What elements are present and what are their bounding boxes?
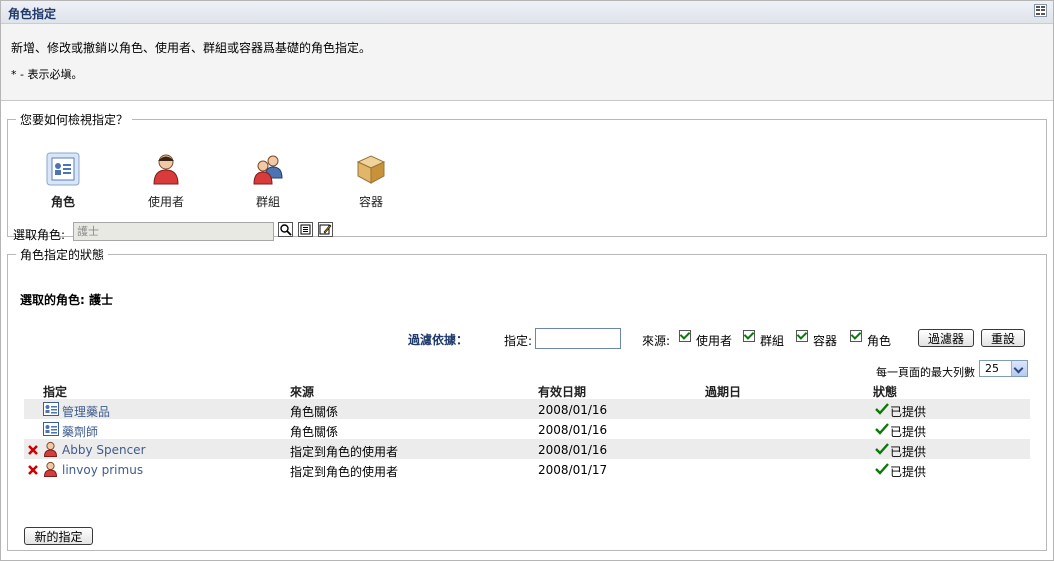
remove-icon[interactable] xyxy=(28,465,38,475)
source-user-label: 使用者 xyxy=(696,334,733,348)
column-header-expiry-date[interactable]: 過期日 xyxy=(705,383,741,400)
user-icon xyxy=(43,461,58,477)
effective-date-cell: 2008/01/16 xyxy=(538,403,608,417)
select-role-input[interactable]: 護士 xyxy=(73,222,274,241)
view-option-group[interactable]: 群組 xyxy=(238,152,298,210)
view-group: 您要如何檢視指定？ 角色 使用者 群組 容器 選取角色: 護士 xyxy=(7,111,1047,242)
table-row: 藥劑師 角色關係 2008/01/16 已提供 xyxy=(24,419,1030,439)
table-row: linvoy primus 指定到角色的使用者 2008/01/17 已提供 xyxy=(24,459,1030,479)
view-option-group-label: 群組 xyxy=(255,195,280,209)
column-header-source[interactable]: 來源 xyxy=(290,383,314,400)
view-option-container[interactable]: 容器 xyxy=(341,152,401,210)
column-header-assignment[interactable]: 指定 xyxy=(43,383,67,400)
check-icon xyxy=(875,463,889,475)
intro-description: 新增、修改或撤銷以角色、使用者、群組或容器爲基礎的角色指定。 xyxy=(11,41,372,55)
required-note: * - 表示必塡。 xyxy=(11,68,83,81)
check-icon xyxy=(875,423,889,435)
effective-date-cell: 2008/01/16 xyxy=(538,423,608,437)
edit-icon[interactable] xyxy=(318,222,333,237)
select-role-label: 選取角色: xyxy=(13,228,66,242)
source-cell: 角色關係 xyxy=(290,425,339,439)
status-cell: 已提供 xyxy=(890,465,927,479)
container-icon xyxy=(356,155,386,184)
status-group: 角色指定的狀態 選取的角色: 護士 過濾依據： 指定: 來源: 使用者 群組 容… xyxy=(7,246,1047,551)
chevron-down-icon xyxy=(1011,361,1027,376)
selected-role-heading: 選取的角色: 護士 xyxy=(20,293,113,307)
view-option-role-label: 角色 xyxy=(50,195,75,209)
assignment-link[interactable]: 藥劑師 xyxy=(62,423,98,440)
column-header-status[interactable]: 狀態 xyxy=(873,383,897,400)
max-rows-label: 每一頁面的最大列數 xyxy=(876,366,975,379)
view-option-user[interactable]: 使用者 xyxy=(136,152,196,210)
assignment-filter-label: 指定: xyxy=(504,334,533,348)
user-icon xyxy=(43,441,58,457)
source-container-checkbox[interactable] xyxy=(796,330,808,342)
reset-button[interactable]: 重設 xyxy=(981,329,1025,347)
history-list-icon[interactable] xyxy=(298,222,313,237)
new-assignment-button[interactable]: 新的指定 xyxy=(24,527,93,545)
page-title: 角色指定 xyxy=(8,7,57,21)
filter-button[interactable]: 過濾器 xyxy=(918,329,974,347)
role-icon xyxy=(43,402,59,416)
max-rows-value: 25 xyxy=(985,362,999,375)
assignment-filter-input[interactable] xyxy=(535,328,621,349)
source-cell: 指定到角色的使用者 xyxy=(290,465,399,479)
view-group-legend: 您要如何檢視指定？ xyxy=(20,113,129,127)
source-role-label: 角色 xyxy=(867,334,892,348)
status-cell: 已提供 xyxy=(890,445,927,459)
source-role-checkbox[interactable] xyxy=(850,330,862,342)
max-rows-select[interactable]: 25 xyxy=(979,360,1028,377)
source-user-checkbox[interactable] xyxy=(679,330,691,342)
assignment-link[interactable]: linvoy primus xyxy=(62,463,143,477)
view-option-user-label: 使用者 xyxy=(147,195,184,209)
view-option-container-label: 容器 xyxy=(358,195,383,209)
user-icon xyxy=(153,154,179,185)
assignment-link[interactable]: Abby Spencer xyxy=(62,443,146,457)
source-cell: 指定到角色的使用者 xyxy=(290,445,399,459)
portlet-menu-icon[interactable] xyxy=(1034,4,1047,17)
check-icon xyxy=(875,443,889,455)
title-bar: 角色指定 xyxy=(1,1,1053,24)
remove-icon[interactable] xyxy=(28,445,38,455)
source-filter-label: 來源: xyxy=(642,334,671,348)
group-icon xyxy=(253,155,283,185)
role-icon xyxy=(43,422,59,436)
effective-date-cell: 2008/01/17 xyxy=(538,463,608,477)
source-cell: 角色關係 xyxy=(290,405,339,419)
role-assignments-portlet: 角色指定 新增、修改或撤銷以角色、使用者、群組或容器爲基礎的角色指定。 * - … xyxy=(0,0,1054,561)
table-row: Abby Spencer 指定到角色的使用者 2008/01/16 已提供 xyxy=(24,439,1030,459)
status-cell: 已提供 xyxy=(890,405,927,419)
search-icon[interactable] xyxy=(278,222,293,237)
assignment-link[interactable]: 管理藥品 xyxy=(62,403,110,420)
role-icon xyxy=(46,152,80,186)
status-group-legend: 角色指定的狀態 xyxy=(20,248,105,262)
check-icon xyxy=(875,403,889,415)
source-group-label: 群組 xyxy=(760,334,785,348)
source-group-checkbox[interactable] xyxy=(743,330,755,342)
table-row: 管理藥品 角色關係 2008/01/16 已提供 xyxy=(24,399,1030,419)
filter-by-label: 過濾依據： xyxy=(408,333,469,347)
intro-panel: 新增、修改或撤銷以角色、使用者、群組或容器爲基礎的角色指定。 * - 表示必塡。 xyxy=(1,24,1053,101)
column-header-effective-date[interactable]: 有效日期 xyxy=(538,383,586,400)
view-option-role[interactable]: 角色 xyxy=(33,152,93,210)
source-container-label: 容器 xyxy=(813,334,838,348)
effective-date-cell: 2008/01/16 xyxy=(538,443,608,457)
status-cell: 已提供 xyxy=(890,425,927,439)
